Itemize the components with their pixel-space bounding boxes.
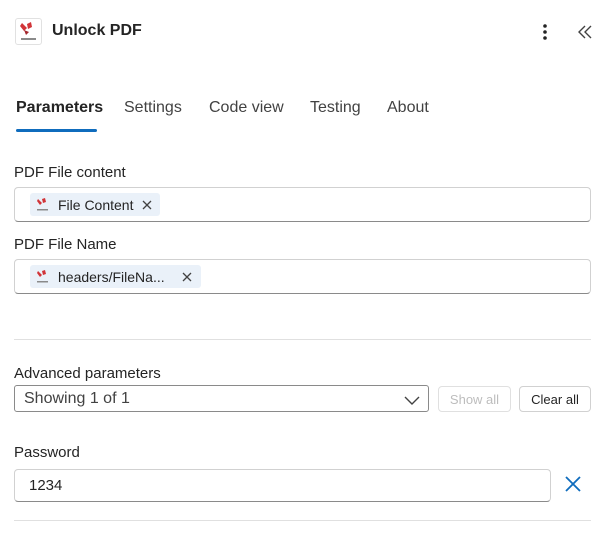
active-tab-indicator — [16, 129, 97, 132]
advanced-parameters-dropdown[interactable]: Showing 1 of 1 — [14, 385, 429, 412]
tab-testing[interactable]: Testing — [310, 99, 361, 117]
show-all-button[interactable]: Show all — [438, 386, 511, 412]
section-divider-bottom — [14, 520, 591, 521]
app-logo-icon — [15, 18, 42, 45]
advanced-parameters-label: Advanced parameters — [14, 365, 161, 382]
token-label: headers/FileNa... — [58, 268, 165, 285]
section-divider — [14, 339, 591, 340]
password-input[interactable]: 1234 — [14, 469, 551, 502]
remove-token-icon[interactable] — [141, 199, 153, 211]
tab-code-view[interactable]: Code view — [209, 99, 284, 117]
token-app-icon — [37, 269, 48, 282]
pdf-file-content-label: PDF File content — [14, 164, 126, 181]
file-content-token[interactable]: File Content — [30, 193, 161, 216]
collapse-panel-icon[interactable] — [574, 20, 596, 44]
remove-token-icon[interactable] — [181, 271, 193, 283]
chevron-down-icon — [404, 393, 420, 411]
tab-about[interactable]: About — [387, 99, 429, 117]
remove-parameter-icon[interactable] — [563, 474, 583, 494]
pdf-file-content-field[interactable]: File Content — [14, 187, 591, 222]
password-label: Password — [14, 444, 80, 461]
dropdown-value: Showing 1 of 1 — [24, 390, 130, 407]
clear-all-button[interactable]: Clear all — [519, 386, 591, 412]
token-label: File Content — [58, 196, 134, 213]
token-app-icon — [37, 197, 48, 210]
pdf-file-name-label: PDF File Name — [14, 236, 117, 253]
more-options-icon[interactable] — [536, 20, 554, 44]
tab-settings[interactable]: Settings — [124, 99, 182, 117]
tab-parameters[interactable]: Parameters — [16, 99, 103, 117]
pdf-file-name-field[interactable]: headers/FileNa... — [14, 259, 591, 294]
file-name-token[interactable]: headers/FileNa... — [30, 265, 201, 288]
app-title: Unlock PDF — [52, 22, 142, 39]
